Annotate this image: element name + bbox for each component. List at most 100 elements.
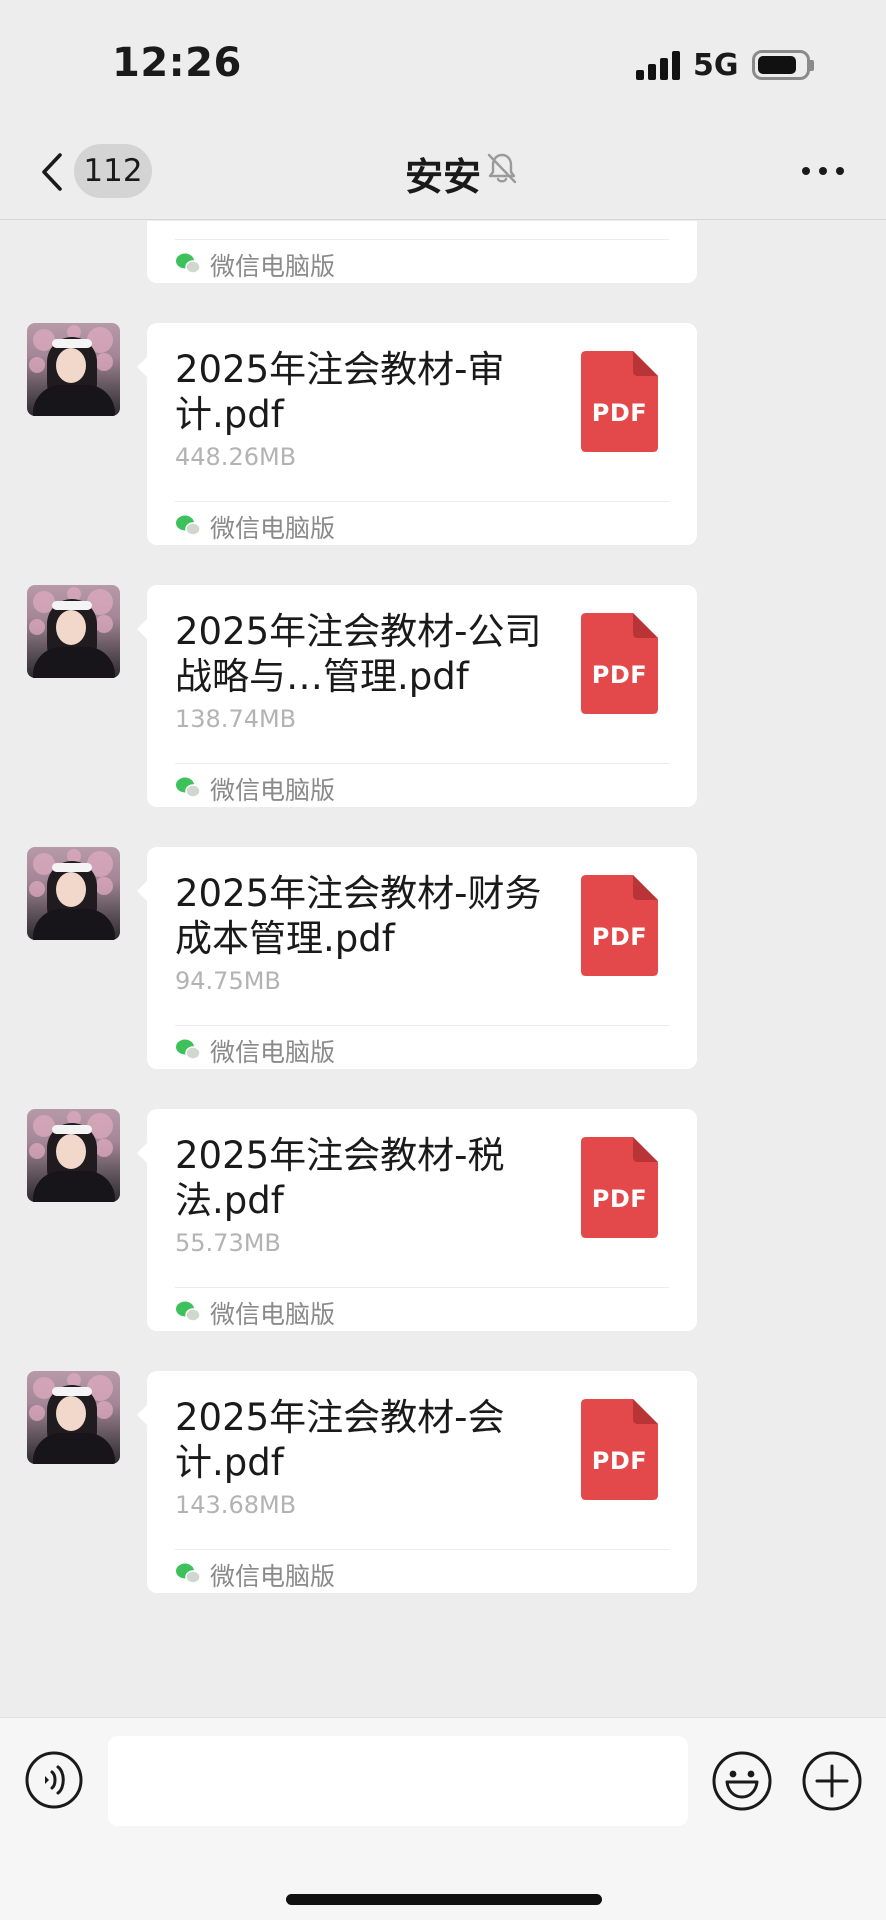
avatar-blossom <box>29 1405 45 1421</box>
file-message-bubble[interactable]: 18套财务简历.rar36.29MB微信电脑版 <box>147 221 697 283</box>
avatar-body <box>33 647 115 678</box>
source-label: 微信电脑版 <box>210 776 336 805</box>
bubble-divider <box>175 1025 669 1026</box>
file-type-label: PDF <box>591 923 648 951</box>
bubble-divider <box>175 239 669 240</box>
emoji-icon[interactable] <box>711 1750 773 1812</box>
avatar-band <box>52 601 92 610</box>
message-row: 2025年注会教材-会计.pdf 143.68MB PDF 微信电脑版 <box>0 1371 886 1593</box>
status-bar: 12:26 5G <box>0 0 886 120</box>
avatar-blossom <box>95 353 113 371</box>
wechat-icon <box>176 253 201 274</box>
file-size: 55.73MB <box>175 1229 281 1257</box>
file-type-label: PDF <box>591 399 648 427</box>
bubble-divider <box>175 1287 669 1288</box>
avatar-blossom <box>29 1143 45 1159</box>
file-name: 2025年注会教材-会计.pdf <box>175 1396 505 1484</box>
avatar-band <box>52 863 92 872</box>
avatar-body <box>33 1171 115 1202</box>
message-row: 2025年注会教材-审计.pdf 448.26MB PDF 微信电脑版 <box>0 323 886 545</box>
source-label: 微信电脑版 <box>210 514 336 543</box>
avatar-band <box>52 339 92 348</box>
source-label: 微信电脑版 <box>210 1300 336 1329</box>
battery-cap <box>810 60 814 71</box>
wechat-icon <box>176 1301 201 1322</box>
file-type-label: PDF <box>591 1185 648 1213</box>
file-type-label: PDF <box>591 661 648 689</box>
file-size: 138.74MB <box>175 705 297 733</box>
avatar-face <box>56 348 86 383</box>
network-label: 5G <box>693 48 739 83</box>
signal-icon <box>636 50 682 80</box>
avatar-face <box>56 1396 86 1431</box>
message-row: 18套财务简历.rar36.29MB微信电脑版 <box>0 221 886 283</box>
bell-off-icon <box>487 153 517 184</box>
more-dot <box>802 167 810 175</box>
file-message-bubble[interactable]: 2025年注会教材-会计.pdf 143.68MB PDF 微信电脑版 <box>137 1371 697 1593</box>
avatar-blossom <box>29 881 45 897</box>
avatar-band <box>52 1387 92 1396</box>
bubble-divider <box>175 763 669 764</box>
avatar-body <box>33 1433 115 1464</box>
avatar-blossom <box>95 615 113 633</box>
chat-nav-bar: 112 安安 <box>0 120 886 220</box>
avatar[interactable] <box>27 1109 120 1202</box>
avatar-body <box>33 385 115 416</box>
file-message-bubble[interactable]: 2025年注会教材-财务成本管理.pdf 94.75MB PDF 微信电脑版 <box>137 847 697 1069</box>
avatar-blossom <box>95 877 113 895</box>
bubble-divider <box>175 501 669 502</box>
avatar-blossom <box>95 1401 113 1419</box>
avatar-face <box>56 1134 86 1169</box>
message-row: 2025年注会教材-财务成本管理.pdf 94.75MB PDF 微信电脑版 <box>0 847 886 1069</box>
message-list[interactable]: 18套财务简历.rar36.29MB微信电脑版 2025年注会教材-审计.pdf 4… <box>0 221 886 1717</box>
more-dot <box>836 167 844 175</box>
avatar-blossom <box>29 619 45 635</box>
file-name: 2025年注会教材-公司战略与…管理.pdf <box>175 610 542 698</box>
avatar-blossom <box>95 1139 113 1157</box>
battery-icon <box>752 50 810 80</box>
file-name: 2025年注会教材-审计.pdf <box>175 348 505 436</box>
chat-input-bar <box>0 1717 886 1920</box>
source-label: 微信电脑版 <box>210 1038 336 1067</box>
bubble-divider <box>175 1549 669 1550</box>
avatar[interactable] <box>27 1371 120 1464</box>
avatar-body <box>33 909 115 940</box>
file-message-bubble[interactable]: 2025年注会教材-税法.pdf 55.73MB PDF 微信电脑版 <box>137 1109 697 1331</box>
file-name: 2025年注会教材-税法.pdf <box>175 1134 505 1222</box>
more-dot <box>819 167 827 175</box>
wechat-icon <box>176 515 201 536</box>
voice-icon[interactable] <box>24 1750 84 1810</box>
more-options-button[interactable] <box>796 144 850 194</box>
file-size: 94.75MB <box>175 967 281 995</box>
avatar-band <box>52 1125 92 1134</box>
pdf-file-icon: PDF <box>581 1399 658 1500</box>
avatar-blossom <box>29 357 45 373</box>
message-row: 2025年注会教材-税法.pdf 55.73MB PDF 微信电脑版 <box>0 1109 886 1331</box>
avatar[interactable] <box>27 323 120 416</box>
wechat-icon <box>176 1039 201 1060</box>
avatar-face <box>56 610 86 645</box>
avatar[interactable] <box>27 847 120 940</box>
home-indicator <box>286 1894 602 1905</box>
message-input[interactable] <box>108 1736 688 1826</box>
pdf-file-icon: PDF <box>581 613 658 714</box>
battery-fill <box>758 56 796 74</box>
pdf-file-icon: PDF <box>581 875 658 976</box>
chat-title: 安安 <box>404 155 481 199</box>
wechat-icon <box>176 1563 201 1584</box>
file-message-bubble[interactable]: 2025年注会教材-公司战略与…管理.pdf 138.74MB PDF 微信电脑版 <box>137 585 697 807</box>
pdf-file-icon: PDF <box>581 351 658 452</box>
status-time: 12:26 <box>112 40 242 86</box>
pdf-file-icon: PDF <box>581 1137 658 1238</box>
source-label: 微信电脑版 <box>210 1562 336 1591</box>
avatar-face <box>56 872 86 907</box>
message-row: 2025年注会教材-公司战略与…管理.pdf 138.74MB PDF 微信电脑版 <box>0 585 886 807</box>
avatar[interactable] <box>27 585 120 678</box>
source-label: 微信电脑版 <box>210 252 336 281</box>
file-size: 448.26MB <box>175 443 297 471</box>
file-message-bubble[interactable]: 2025年注会教材-审计.pdf 448.26MB PDF 微信电脑版 <box>137 323 697 545</box>
file-size: 143.68MB <box>175 1491 297 1519</box>
plus-icon[interactable] <box>801 1750 863 1812</box>
file-name: 2025年注会教材-财务成本管理.pdf <box>175 872 542 960</box>
wechat-icon <box>176 777 201 798</box>
